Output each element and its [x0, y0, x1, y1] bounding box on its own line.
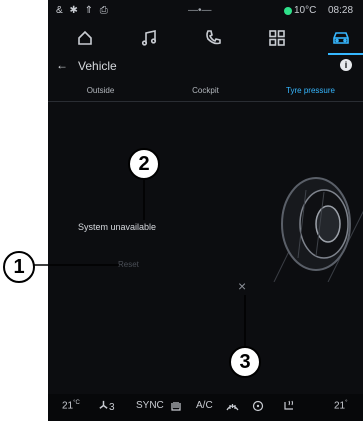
callout-lines	[32, 178, 246, 347]
callout-1: 1	[3, 251, 35, 283]
callout-3: 3	[229, 346, 261, 378]
callout-2: 2	[128, 148, 160, 180]
